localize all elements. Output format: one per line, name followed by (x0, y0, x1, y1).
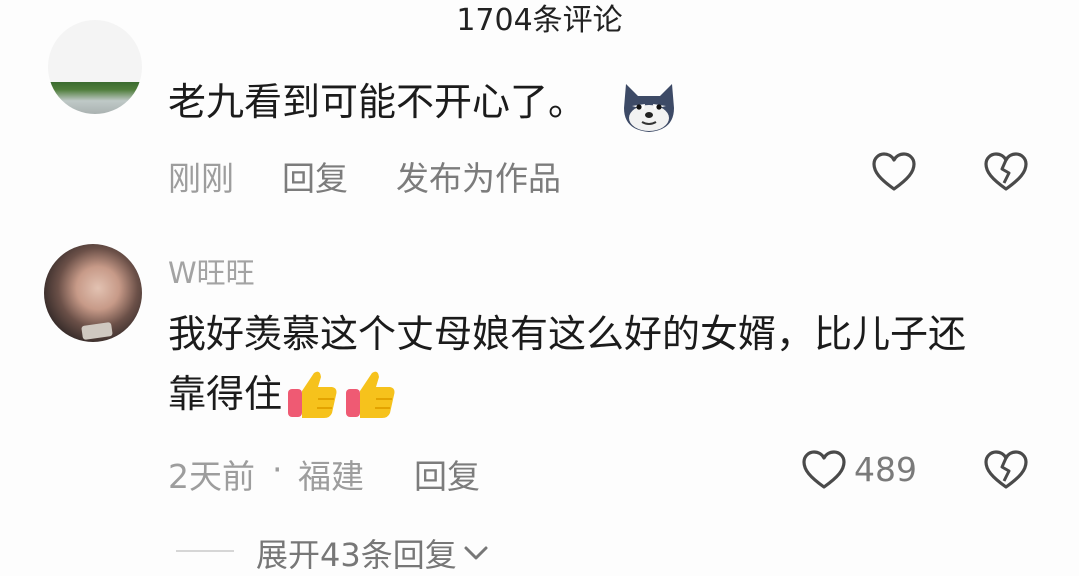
avatar[interactable] (44, 244, 142, 342)
like-heart-icon[interactable] (872, 152, 916, 192)
reply-button[interactable]: 回复 (282, 152, 348, 200)
expand-replies-label: 展开43条回复 (256, 536, 457, 574)
comment-text-line: 我好羡慕这个丈母娘有这么好的女婿，比儿子还 (168, 312, 967, 356)
expand-divider (176, 550, 234, 552)
dislike-broken-heart-icon[interactable] (984, 152, 1028, 192)
chevron-down-icon (464, 546, 488, 560)
thumbs-up-icon (288, 371, 337, 418)
comment-text: 老九看到可能不开心了。 (168, 72, 586, 132)
meta-separator: · (272, 450, 283, 489)
comment-time: 刚刚 (168, 159, 234, 198)
comment-text-body: 老九看到可能不开心了。 (168, 80, 587, 124)
comment-text: 我好羡慕这个丈母娘有这么好的女婿，比儿子还 靠得住 (168, 304, 966, 424)
like-heart-icon[interactable] (802, 450, 846, 490)
comment-time: 2天前 (168, 457, 255, 496)
comment-text-line-2: 靠得住 (168, 364, 966, 424)
publish-as-work-button[interactable]: 发布为作品 (396, 152, 561, 200)
reply-button[interactable]: 回复 (414, 450, 480, 498)
comment-count-title: 1704条评论 (456, 3, 623, 38)
like-count: 489 (854, 450, 917, 489)
comment-text-tail: 靠得住 (168, 372, 283, 416)
expand-replies-button[interactable]: 展开43条回复 (256, 530, 491, 576)
comment-location: 福建 (298, 457, 364, 496)
username[interactable]: W旺旺 (168, 250, 255, 292)
dislike-broken-heart-icon[interactable] (984, 450, 1028, 490)
thumbs-up-icon (346, 371, 395, 418)
avatar[interactable] (48, 20, 142, 114)
husky-dog-face-icon (624, 84, 674, 132)
